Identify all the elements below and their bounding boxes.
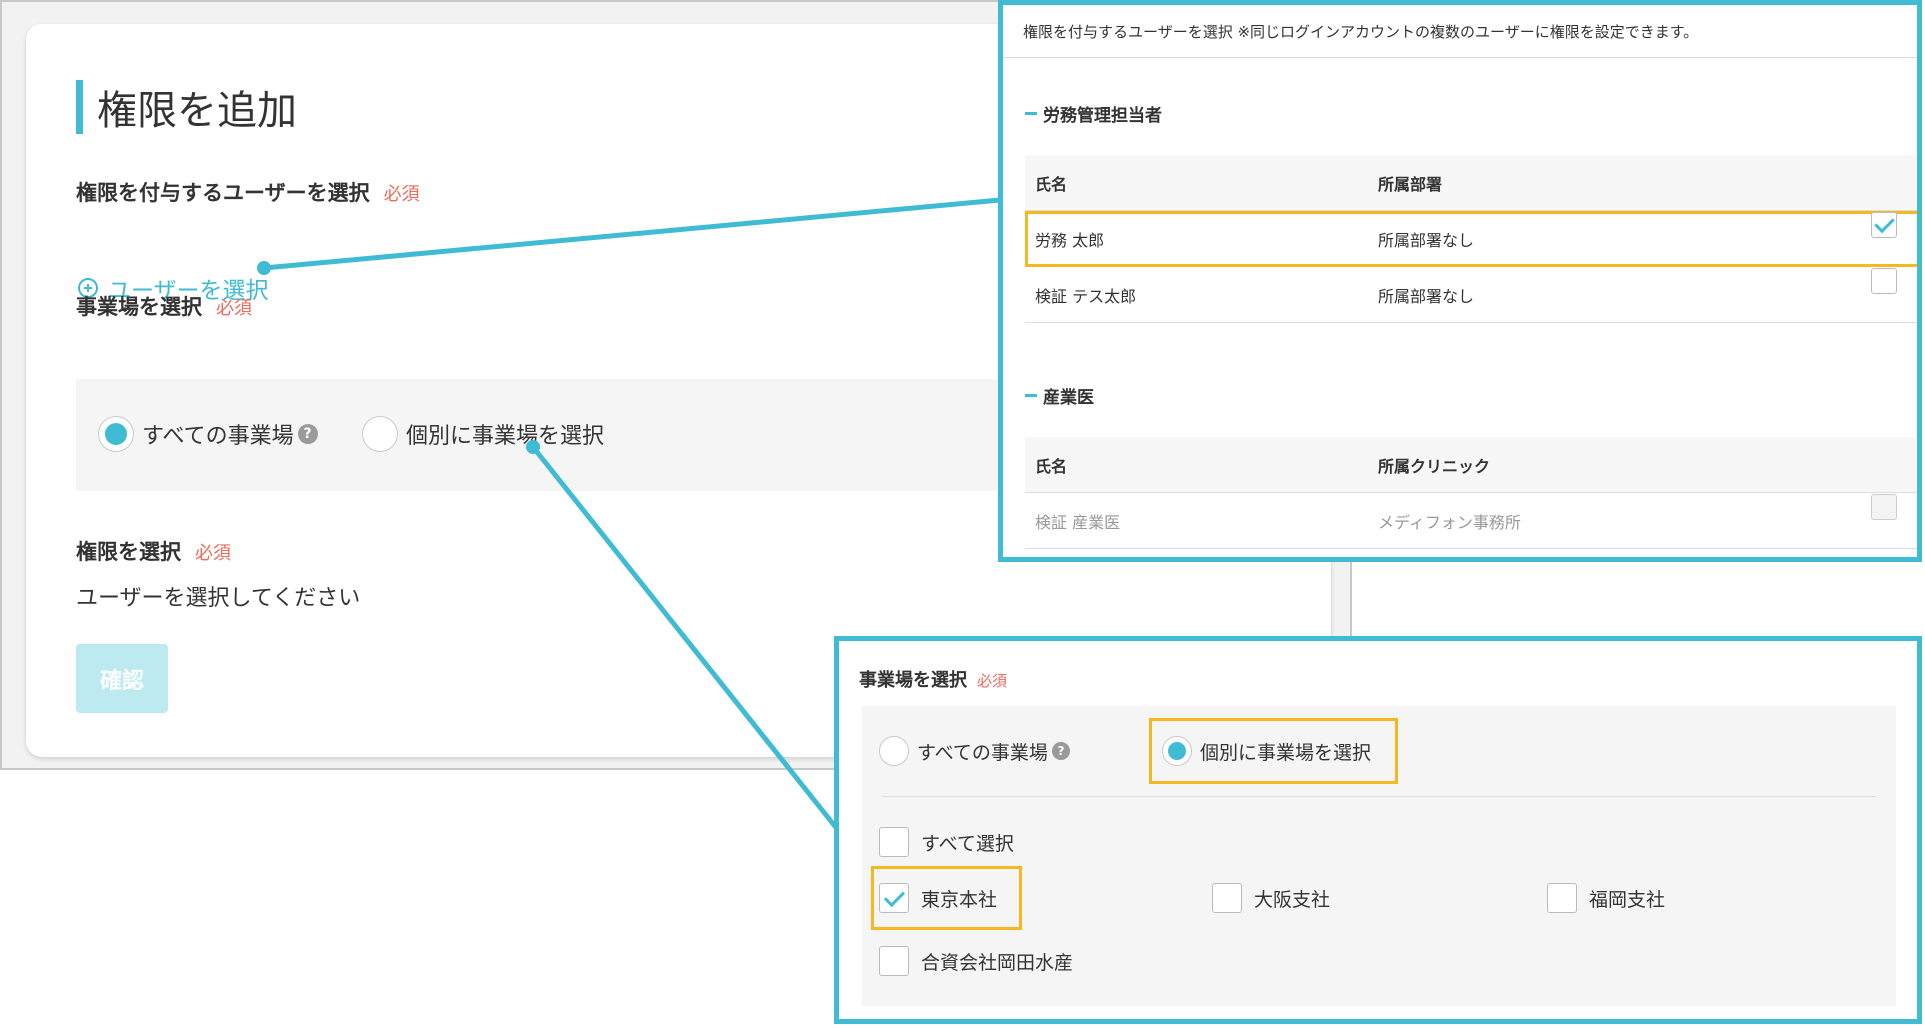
site-dialog-title: 事業場を選択 xyxy=(859,670,967,691)
checkbox-checked-icon xyxy=(879,883,909,913)
checkbox-site-osaka[interactable]: 大阪支社 xyxy=(1212,883,1330,913)
select-all-label: すべて選択 xyxy=(921,832,1014,855)
radio-selected-icon xyxy=(1162,736,1192,766)
checkbox-site-fukuoka[interactable]: 福岡支社 xyxy=(1547,883,1665,913)
row-affiliation: 所属部署なし xyxy=(1378,286,1475,306)
checkbox-site-okada[interactable]: 合資会社岡田水産 xyxy=(879,946,1073,976)
callout-line-users xyxy=(263,197,1001,271)
checkbox-site-tokyo[interactable]: 東京本社 xyxy=(870,866,1023,930)
site-dialog-label: 事業場を選択 必須 xyxy=(859,666,1007,692)
radio-all-sites[interactable]: すべての事業場 ? xyxy=(879,736,1070,766)
checkbox-icon xyxy=(1547,883,1577,913)
col-affiliation-header: 所属部署 xyxy=(1378,174,1443,194)
table-header: 氏名 所属部署 xyxy=(1025,155,1917,211)
site-label: 合資会社岡田水産 xyxy=(921,951,1074,974)
checkbox-icon[interactable] xyxy=(1871,268,1897,294)
radio-individual-sites[interactable]: 個別に事業場を選択 xyxy=(1148,718,1399,784)
table-row[interactable]: 検証 テス太郎 所属部署なし xyxy=(1025,267,1917,323)
user-select-dialog: 権限を付与するユーザーを選択 ※同じログインアカウントの複数のユーザーに権限を設… xyxy=(998,0,1922,562)
site-label: 福岡支社 xyxy=(1589,888,1666,911)
row-name: 検証 テス太郎 xyxy=(1035,286,1137,306)
checkbox-disabled-icon xyxy=(1871,494,1897,520)
col-name-header: 氏名 xyxy=(1035,174,1068,194)
row-name: 労務 太郎 xyxy=(1035,230,1105,250)
checkbox-icon xyxy=(1212,883,1242,913)
callout-dot-users xyxy=(257,261,271,275)
site-label: 大阪支社 xyxy=(1254,888,1331,911)
checkbox-icon xyxy=(879,946,909,976)
group-header-labor: 労務管理担当者 xyxy=(1025,101,1162,126)
table-header: 氏名 所属クリニック xyxy=(1025,437,1917,493)
section-dash-icon xyxy=(1025,112,1037,115)
col-affiliation-header: 所属クリニック xyxy=(1378,456,1491,476)
group-header-doctor: 産業医 xyxy=(1025,383,1094,408)
help-icon[interactable]: ? xyxy=(1051,742,1070,760)
col-name-header: 氏名 xyxy=(1035,456,1068,476)
checkbox-checked-icon[interactable] xyxy=(1871,212,1897,238)
site-select-dialog: 事業場を選択 必須 すべての事業場 ? 個別に事業場を選択 すべて選択 東京本社… xyxy=(834,636,1922,1024)
site-options-panel: すべての事業場 ? 個別に事業場を選択 すべて選択 東京本社 大阪支社 福岡支社… xyxy=(862,706,1896,1006)
divider xyxy=(1003,57,1917,58)
table-row[interactable]: 労務 太郎 所属部署なし xyxy=(1025,211,1917,267)
user-select-note: 権限を付与するユーザーを選択 ※同じログインアカウントの複数のユーザーに権限を設… xyxy=(1023,23,1699,41)
row-name: 検証 産業医 xyxy=(1035,512,1121,532)
divider xyxy=(882,796,1876,797)
required-badge: 必須 xyxy=(977,672,1008,690)
site-label: 東京本社 xyxy=(921,888,998,911)
callout-line-sites xyxy=(531,445,840,832)
checkbox-select-all[interactable]: すべて選択 xyxy=(879,827,1014,857)
group-title: 産業医 xyxy=(1043,388,1094,408)
group-title: 労務管理担当者 xyxy=(1043,106,1162,126)
section-dash-icon xyxy=(1025,394,1037,397)
callout-dot-sites xyxy=(526,440,540,454)
row-affiliation: メディフォン事務所 xyxy=(1378,512,1521,532)
radio-individual-sites-label: 個別に事業場を選択 xyxy=(1200,741,1372,764)
radio-all-sites-label: すべての事業場 xyxy=(917,741,1048,764)
table-row: 検証 産業医 メディフォン事務所 xyxy=(1025,493,1917,549)
checkbox-icon xyxy=(879,827,909,857)
radio-unselected-icon xyxy=(879,736,909,766)
row-affiliation: 所属部署なし xyxy=(1378,230,1475,250)
